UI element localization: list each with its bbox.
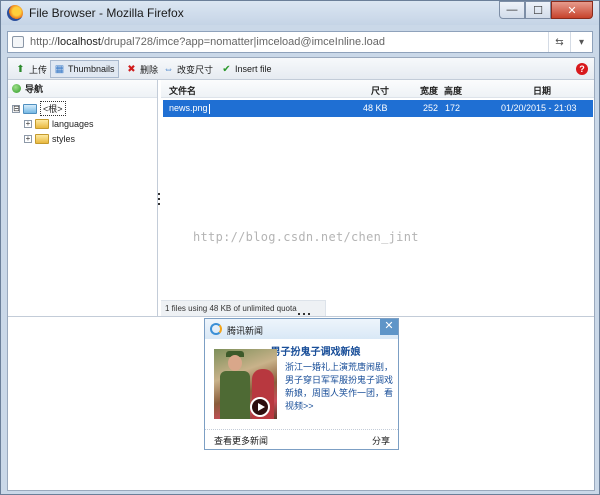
popup-source: 腾讯新闻 <box>227 326 264 336</box>
address-bar[interactable]: http://localhost/drupal728/imce?app=noma… <box>7 31 593 53</box>
navigation-pane: 导航 ⊟ <根> + languages + styles <box>8 80 158 316</box>
title-bar[interactable]: File Browser - Mozilla Firefox — ☐ ✕ <box>1 1 599 25</box>
resize-button[interactable]: ⇔ 改变尺寸 <box>160 60 216 78</box>
window-title: File Browser - Mozilla Firefox <box>29 6 184 20</box>
page-icon <box>12 36 24 48</box>
tree-item-styles[interactable]: + styles <box>8 131 157 146</box>
checkmark-icon: ✔ <box>222 63 231 75</box>
minimize-button[interactable]: — <box>499 1 525 19</box>
thumbnails-label: Thumbnails <box>68 64 115 74</box>
help-icon[interactable]: ? <box>576 63 588 75</box>
file-list-pane: 文件名 尺寸 宽度 高度 日期 news.png 48 KB 252 172 0… <box>161 80 594 316</box>
popup-header: 腾讯新闻 ✕ <box>205 319 398 339</box>
more-news-link[interactable]: 查看更多新闻 <box>214 434 268 447</box>
tree-item-languages[interactable]: + languages <box>8 116 157 131</box>
expand-toggle-icon[interactable]: + <box>24 119 32 128</box>
browser-window: File Browser - Mozilla Firefox — ☐ ✕ htt… <box>0 0 600 495</box>
text-cursor <box>208 103 210 114</box>
news-popup: 腾讯新闻 ✕ 男子扮鬼子调戏新娘 浙江一婚礼上演荒唐闹剧，男子穿日军军服扮鬼子调… <box>204 318 399 450</box>
url-path: /drupal728/imce?app=nomatter|imceload@im… <box>100 36 385 48</box>
url-text[interactable]: http://localhost/drupal728/imce?app=noma… <box>30 36 385 48</box>
column-name[interactable]: 文件名 <box>169 84 196 97</box>
window-controls: — ☐ ✕ <box>499 1 593 19</box>
file-size: 48 KB <box>363 103 388 113</box>
thumb-figure <box>220 371 250 419</box>
file-width: 252 <box>423 103 439 113</box>
popup-footer: 查看更多新闻 分享 <box>205 429 398 449</box>
news-thumbnail[interactable] <box>214 349 277 419</box>
url-host: localhost <box>57 36 101 48</box>
file-height: 172 <box>445 103 461 113</box>
dropdown-arrow-icon[interactable]: ▾ <box>570 32 592 52</box>
column-width[interactable]: 宽度 <box>420 84 438 97</box>
folder-open-icon <box>23 103 37 114</box>
tree-item-label: styles <box>52 133 76 144</box>
thumbnails-icon: ▦ <box>54 63 65 75</box>
insert-file-button[interactable]: ✔ Insert file <box>218 60 275 78</box>
file-row[interactable]: news.png 48 KB 252 172 01/20/2015 - 21:0… <box>163 100 593 117</box>
file-date: 01/20/2015 - 21:03 <box>501 103 577 113</box>
column-size[interactable]: 尺寸 <box>371 84 389 97</box>
delete-label: 删除 <box>140 64 159 75</box>
navigation-title: 导航 <box>25 84 44 94</box>
file-name: news.png <box>169 103 210 114</box>
resize-icon: ⇔ <box>163 63 174 75</box>
maximize-button[interactable]: ☐ <box>525 1 551 19</box>
delete-icon: ✖ <box>127 63 136 75</box>
watermark: http://blog.csdn.net/chen_jint <box>193 230 419 244</box>
tree-item-root[interactable]: ⊟ <根> <box>8 101 157 116</box>
share-link[interactable]: 分享 <box>372 434 390 447</box>
column-date[interactable]: 日期 <box>533 84 551 97</box>
upload-button[interactable]: ⬆ 上传 <box>12 60 50 78</box>
navigation-icon <box>12 84 21 93</box>
file-list-header: 文件名 尺寸 宽度 高度 日期 <box>161 80 594 98</box>
address-actions: ⇆ ▾ <box>548 32 592 52</box>
tree-item-label: <根> <box>40 101 66 116</box>
delete-button[interactable]: ✖ 删除 <box>123 60 161 78</box>
tencent-news-logo-icon <box>210 323 222 335</box>
upload-label: 上传 <box>29 64 48 75</box>
folder-icon <box>35 133 49 144</box>
insert-file-label: Insert file <box>235 64 272 74</box>
file-name-text: news.png <box>169 103 208 113</box>
horizontal-splitter-handle[interactable] <box>298 313 310 316</box>
folder-icon <box>35 118 49 129</box>
folder-tree: ⊟ <根> + languages + styles <box>8 98 157 146</box>
collapse-toggle-icon[interactable]: ⊟ <box>12 104 20 113</box>
column-height[interactable]: 高度 <box>444 84 462 97</box>
firefox-icon <box>7 5 23 21</box>
resize-label: 改变尺寸 <box>177 64 214 75</box>
expand-toggle-icon[interactable]: + <box>24 134 32 143</box>
upload-icon: ⬆ <box>16 63 25 75</box>
news-summary[interactable]: 浙江一婚礼上演荒唐闹剧，男子穿日军军服扮鬼子调戏新娘，周围人笑作一团，看视频>> <box>285 361 393 413</box>
imce-toolbar: ⬆ 上传 ▦ Thumbnails ✖ 删除 ⇔ 改变尺寸 ✔ Insert f… <box>8 58 594 80</box>
play-icon[interactable] <box>250 397 270 417</box>
navigation-header: 导航 <box>8 80 157 98</box>
thumb-head <box>228 355 242 371</box>
thumbnails-button[interactable]: ▦ Thumbnails <box>50 60 119 78</box>
close-window-button[interactable]: ✕ <box>551 1 593 19</box>
connection-icon[interactable]: ⇆ <box>548 32 570 52</box>
tree-item-label: languages <box>52 118 94 129</box>
url-prefix: http:// <box>30 36 58 48</box>
popup-close-button[interactable]: ✕ <box>380 319 398 335</box>
